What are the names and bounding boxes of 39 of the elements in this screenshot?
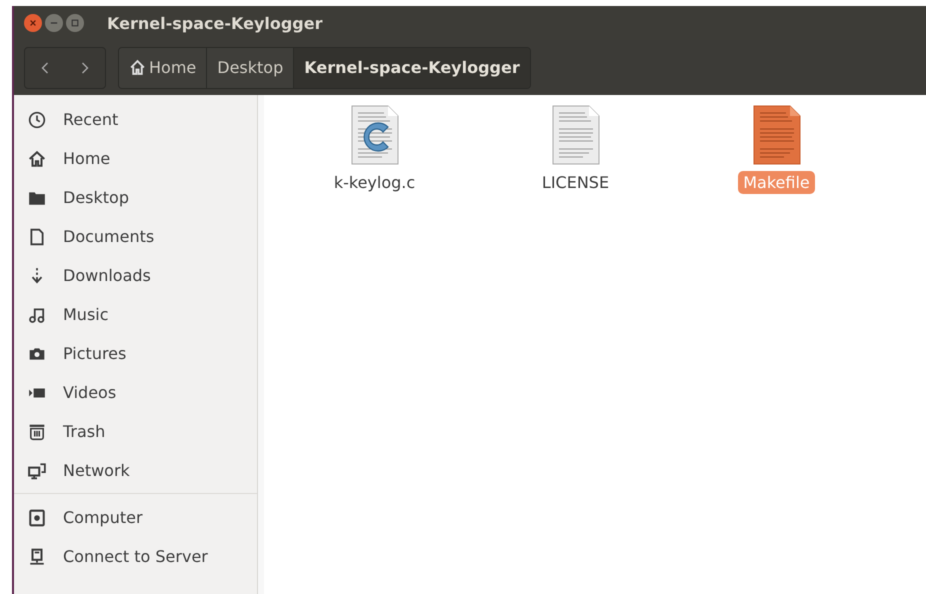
sidebar-item[interactable]: Videos [14,373,257,412]
sidebar-item[interactable]: Downloads [14,256,257,295]
close-icon [29,19,37,27]
server-icon [28,548,46,566]
text-file-icon [550,105,600,165]
sidebar-item[interactable]: Network [14,451,257,490]
text-file-icon [752,105,802,165]
documents-icon [28,228,46,246]
sidebar-item[interactable]: Computer [14,498,257,537]
breadcrumb-button[interactable]: Home [119,48,208,88]
sidebar-item[interactable]: Desktop [14,178,257,217]
sidebar-item[interactable]: Pictures [14,334,257,373]
minimize-button[interactable] [45,14,63,32]
file-item[interactable]: LICENSE [475,105,676,194]
file-name: LICENSE [540,172,610,194]
home-icon [28,150,46,168]
maximize-button[interactable] [66,14,84,32]
breadcrumb-button[interactable]: Kernel-space-Keylogger [294,48,530,88]
sidebar-item[interactable]: Trash [14,412,257,451]
sidebar-item[interactable]: Documents [14,217,257,256]
close-button[interactable] [24,14,42,32]
sidebar-item[interactable]: Connect to Server [14,537,257,576]
window-title: Kernel-space-Keylogger [107,14,322,32]
sidebar-item[interactable]: Music [14,295,257,334]
c-source-file-icon [350,105,400,165]
network-icon [28,462,46,480]
music-icon [28,306,46,324]
forward-icon [80,60,90,74]
maximize-icon [71,19,79,27]
sidebar-item[interactable]: Home [14,139,257,178]
file-name: Makefile [738,171,815,194]
sidebar-item[interactable]: Recent [14,100,257,139]
recent-icon [28,110,46,128]
computer-icon [28,508,46,526]
back-icon [40,60,50,74]
file-item[interactable]: k-keylog.c [274,105,475,194]
trash-icon [28,422,46,440]
file-name: k-keylog.c [332,172,416,194]
home-icon [129,59,146,76]
